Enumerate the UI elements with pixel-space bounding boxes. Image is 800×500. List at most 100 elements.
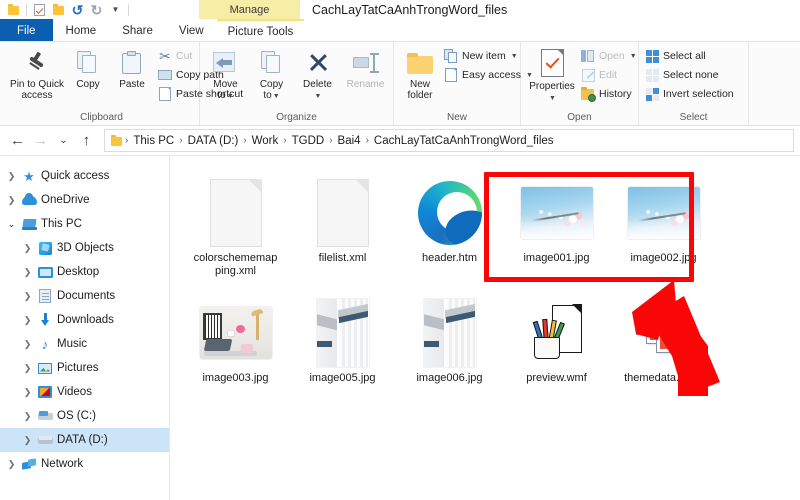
open-button[interactable]: Open ▼ bbox=[581, 48, 637, 64]
undo-icon[interactable]: ↺ bbox=[68, 1, 87, 18]
copy-path-icon bbox=[158, 68, 172, 82]
new-folder-label-line1: New bbox=[409, 79, 430, 90]
chevron-right-icon[interactable]: ❯ bbox=[22, 435, 33, 446]
pin-to-quick-access-button[interactable]: Pin to Quick access bbox=[8, 45, 66, 101]
music-icon: ♪ bbox=[41, 336, 49, 352]
new-item-button[interactable]: New item ▼ bbox=[444, 48, 533, 64]
recent-locations-button[interactable]: ⌄ bbox=[52, 129, 75, 152]
copy-to-button[interactable]: Copy to▼ bbox=[249, 45, 295, 102]
divider bbox=[128, 3, 129, 16]
redo-icon[interactable]: ↻ bbox=[87, 1, 106, 18]
sidebar-item-network[interactable]: ❯ Network bbox=[0, 452, 169, 476]
sidebar-item-pictures[interactable]: ❯ Pictures bbox=[0, 356, 169, 380]
chevron-right-icon[interactable]: ❯ bbox=[6, 171, 17, 182]
select-all-button[interactable]: Select all bbox=[645, 48, 734, 64]
xml-doc-icon bbox=[316, 174, 369, 252]
chevron-right-icon[interactable]: ❯ bbox=[22, 339, 33, 350]
sidebar-item-desktop[interactable]: ❯ Desktop bbox=[0, 260, 169, 284]
select-none-button[interactable]: Select none bbox=[645, 67, 734, 83]
chevron-right-icon[interactable]: ❯ bbox=[22, 243, 33, 254]
chevron-right-icon[interactable]: ❯ bbox=[22, 363, 33, 374]
file-item-image003[interactable]: image003.jpg bbox=[182, 288, 289, 408]
chevron-right-icon[interactable]: ❯ bbox=[22, 387, 33, 398]
breadcrumb-item-this-pc[interactable]: This PC bbox=[129, 135, 178, 147]
breadcrumb-item-bai4[interactable]: Bai4 bbox=[334, 135, 365, 147]
easy-access-button[interactable]: Easy access ▼ bbox=[444, 67, 533, 83]
sidebar-item-quick-access[interactable]: ❯ ★ Quick access bbox=[0, 164, 169, 188]
sidebar-item-data-d[interactable]: ❯ DATA (D:) bbox=[0, 428, 169, 452]
folder-icon[interactable] bbox=[4, 1, 23, 18]
file-name-label: header.htm bbox=[421, 252, 478, 264]
file-item-image006[interactable]: image006.jpg bbox=[396, 288, 503, 408]
history-button[interactable]: History bbox=[581, 86, 637, 102]
new-folder-icon[interactable] bbox=[49, 1, 68, 18]
edge-logo-icon bbox=[417, 174, 482, 252]
delete-button[interactable]: Delete ▼ bbox=[295, 45, 341, 102]
sidebar-item-onedrive[interactable]: ❯ OneDrive bbox=[0, 188, 169, 212]
move-to-button[interactable]: Move to▼ bbox=[203, 45, 249, 102]
up-button[interactable]: ↑ bbox=[75, 129, 98, 152]
chevron-right-icon[interactable]: ❯ bbox=[6, 195, 17, 206]
file-name-label: image005.jpg bbox=[309, 372, 376, 384]
ribbon-group-clipboard: Pin to Quick access Copy Paste ✂ Cut Cop… bbox=[4, 42, 243, 125]
chevron-right-icon[interactable]: ❯ bbox=[22, 411, 33, 422]
thmx-icon bbox=[635, 294, 692, 372]
chevron-right-icon[interactable]: ❯ bbox=[22, 291, 33, 302]
rename-button[interactable]: Rename bbox=[341, 45, 391, 90]
tab-file[interactable]: File bbox=[0, 19, 53, 42]
sidebar-item-music[interactable]: ❯ ♪ Music bbox=[0, 332, 169, 356]
copy-to-label: Copy bbox=[259, 79, 284, 90]
file-item-image002[interactable]: image002.jpg bbox=[610, 168, 717, 288]
sidebar-item-3d-objects[interactable]: ❯ 3D Objects bbox=[0, 236, 169, 260]
sidebar-item-label: 3D Objects bbox=[57, 242, 114, 254]
sidebar-item-this-pc[interactable]: ⌄ This PC bbox=[0, 212, 169, 236]
invert-selection-button[interactable]: Invert selection bbox=[645, 86, 734, 102]
sidebar-item-label: OneDrive bbox=[41, 194, 90, 206]
forward-button[interactable]: → bbox=[29, 129, 52, 152]
pin-icon bbox=[27, 48, 47, 78]
file-item-header-htm[interactable]: header.htm bbox=[396, 168, 503, 288]
chevron-right-icon[interactable]: ❯ bbox=[22, 267, 33, 278]
ribbon-group-new: New folder New item ▼ Easy access ▼ New bbox=[394, 42, 533, 125]
file-name-label: themedata.thmx bbox=[624, 372, 703, 384]
file-item-themedata-thmx[interactable]: themedata.thmx bbox=[610, 288, 717, 408]
file-item-preview-wmf[interactable]: preview.wmf bbox=[503, 288, 610, 408]
breadcrumb-item-tgdd[interactable]: TGDD bbox=[288, 135, 329, 147]
sidebar-item-label: Quick access bbox=[41, 170, 110, 182]
sidebar-item-documents[interactable]: ❯ Documents bbox=[0, 284, 169, 308]
open-icon bbox=[581, 49, 595, 63]
videos-icon bbox=[37, 385, 53, 400]
back-button[interactable]: ← bbox=[6, 129, 29, 152]
chevron-down-icon[interactable]: ⌄ bbox=[6, 219, 17, 230]
breadcrumb-item-work[interactable]: Work bbox=[248, 135, 283, 147]
properties-button[interactable]: Properties ▼ bbox=[525, 45, 579, 104]
file-item-image005[interactable]: image005.jpg bbox=[289, 288, 396, 408]
file-item-filelist[interactable]: filelist.xml bbox=[289, 168, 396, 288]
tab-picture-tools[interactable]: Picture Tools bbox=[216, 19, 305, 42]
breadcrumb-item-data-d[interactable]: DATA (D:) bbox=[184, 135, 243, 147]
edit-button[interactable]: Edit bbox=[581, 67, 637, 83]
new-folder-button[interactable]: New folder bbox=[398, 45, 442, 101]
file-list-view[interactable]: colorschememap ping.xml filelist.xml hea… bbox=[170, 156, 800, 500]
breadcrumb[interactable]: › This PC › DATA (D:) › Work › TGDD › Ba… bbox=[104, 129, 794, 152]
breadcrumb-item-current-folder[interactable]: CachLayTatCaAnhTrongWord_files bbox=[370, 135, 558, 147]
navigation-pane: ❯ ★ Quick access ❯ OneDrive ⌄ This PC ❯ … bbox=[0, 156, 170, 500]
rename-icon bbox=[352, 48, 379, 78]
sidebar-item-downloads[interactable]: ❯ Downloads bbox=[0, 308, 169, 332]
file-item-image001[interactable]: image001.jpg bbox=[503, 168, 610, 288]
copy-button[interactable]: Copy bbox=[66, 45, 110, 90]
star-icon: ★ bbox=[23, 168, 35, 184]
chevron-right-icon[interactable]: ❯ bbox=[22, 315, 33, 326]
tab-share[interactable]: Share bbox=[109, 19, 166, 42]
file-item-colorschememapping[interactable]: colorschememap ping.xml bbox=[182, 168, 289, 288]
customize-icon[interactable]: ▼ bbox=[106, 1, 125, 18]
group-label-open: Open bbox=[567, 112, 592, 123]
sidebar-item-videos[interactable]: ❯ Videos bbox=[0, 380, 169, 404]
paste-button[interactable]: Paste bbox=[110, 45, 154, 90]
divider bbox=[26, 3, 27, 16]
tab-view[interactable]: View bbox=[166, 19, 217, 42]
sidebar-item-os-c[interactable]: ❯ OS (C:) bbox=[0, 404, 169, 428]
chevron-right-icon[interactable]: ❯ bbox=[6, 459, 17, 470]
tab-home[interactable]: Home bbox=[53, 19, 110, 42]
properties-icon[interactable] bbox=[30, 1, 49, 18]
